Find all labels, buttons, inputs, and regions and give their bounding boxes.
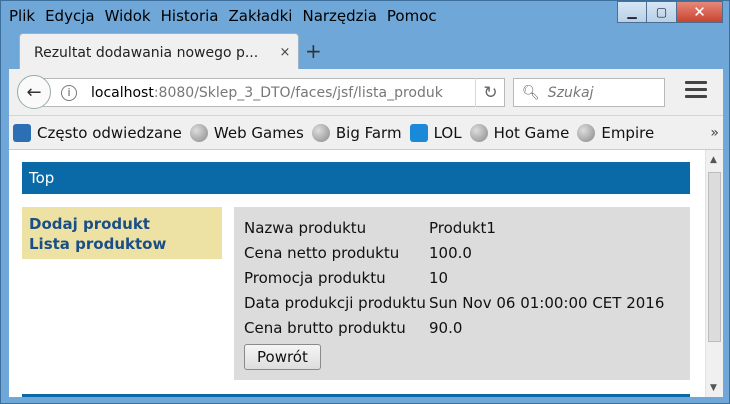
bookmark-hot-game[interactable]: Hot Game bbox=[469, 123, 569, 142]
detail-row: Data produkcji produktu Sun Nov 06 01:00:… bbox=[244, 290, 680, 315]
window-controls: ▁ ▢ ✕ bbox=[617, 1, 723, 23]
menu-narzedzia[interactable]: Narzędzia bbox=[302, 7, 376, 25]
maximize-button[interactable]: ▢ bbox=[647, 1, 677, 23]
detail-label: Cena netto produktu bbox=[244, 243, 400, 262]
globe-icon bbox=[469, 123, 488, 142]
bookmark-empire[interactable]: Empire bbox=[577, 123, 654, 142]
detail-label: Data produkcji produktu bbox=[244, 293, 426, 312]
maximize-icon: ▢ bbox=[655, 5, 668, 19]
bookmark-web-games[interactable]: Web Games bbox=[189, 123, 304, 142]
menu-widok[interactable]: Widok bbox=[105, 7, 151, 25]
globe-icon bbox=[311, 123, 330, 142]
reload-button[interactable]: ↻ bbox=[475, 78, 505, 107]
bookmark-folder-icon bbox=[13, 123, 31, 142]
bookmark-big-farm[interactable]: Big Farm bbox=[311, 123, 402, 142]
tab-close-icon[interactable]: × bbox=[272, 45, 298, 60]
scroll-up-icon[interactable]: ▲ bbox=[710, 155, 717, 165]
browser-window: Plik Edycja Widok Historia Zakładki Narz… bbox=[0, 0, 730, 404]
globe-icon bbox=[577, 123, 596, 142]
top-label: Top bbox=[29, 169, 55, 187]
detail-value: 90.0 bbox=[429, 318, 463, 337]
detail-row: Promocja produktu 10 bbox=[244, 265, 680, 290]
detail-value: Produkt1 bbox=[429, 218, 496, 237]
menu-edycja[interactable]: Edycja bbox=[45, 7, 94, 25]
url-path: :8080/Sklep_3_DTO/faces/jsf/lista_produk bbox=[153, 84, 443, 101]
search-placeholder: Szukaj bbox=[547, 84, 594, 101]
minimize-icon: ▁ bbox=[627, 5, 637, 19]
menu-historia[interactable]: Historia bbox=[161, 7, 219, 25]
url-bar[interactable]: i localhost:8080/Sklep_3_DTO/faces/jsf/l… bbox=[43, 78, 505, 107]
menu-plik[interactable]: Plik bbox=[9, 7, 35, 25]
bookmark-lol[interactable]: LOL bbox=[409, 123, 462, 142]
detail-row: Cena brutto produktu 90.0 bbox=[244, 315, 680, 340]
page-top-bar: Top bbox=[22, 162, 690, 194]
detail-row: Nazwa produktu Produkt1 bbox=[244, 215, 680, 240]
vertical-scrollbar[interactable]: ▲ ▼ bbox=[705, 150, 723, 397]
powrot-button[interactable]: Powrót bbox=[244, 344, 321, 370]
menu-hamburger-icon[interactable] bbox=[685, 81, 707, 102]
link-dodaj-produkt[interactable]: Dodaj produkt bbox=[29, 214, 215, 234]
bookmark-czesto-odwiedzane[interactable]: Często odwiedzane bbox=[13, 123, 182, 142]
minimize-button[interactable]: ▁ bbox=[617, 1, 647, 23]
scroll-down-icon[interactable]: ▼ bbox=[710, 383, 717, 393]
detail-row: Cena netto produktu 100.0 bbox=[244, 240, 680, 265]
tab-strip: Rezultat dodawania nowego p... × + bbox=[9, 31, 721, 71]
search-box[interactable]: 🔍︎ Szukaj bbox=[513, 78, 665, 107]
globe-icon bbox=[189, 123, 208, 142]
page-sidebar: Dodaj produkt Lista produktow bbox=[22, 207, 222, 259]
product-details-panel: Nazwa produktu Produkt1 Cena netto produk… bbox=[234, 207, 690, 380]
detail-label: Promocja produktu bbox=[244, 268, 386, 287]
close-window-button[interactable]: ✕ bbox=[677, 1, 723, 23]
close-icon: ✕ bbox=[693, 3, 706, 21]
search-icon: 🔍︎ bbox=[522, 84, 540, 101]
lol-icon bbox=[409, 123, 428, 142]
bookmarks-bar: Często odwiedzane Web Games Big Farm LOL… bbox=[9, 115, 723, 149]
new-tab-button[interactable]: + bbox=[305, 39, 322, 63]
menu-pomoc[interactable]: Pomoc bbox=[387, 7, 437, 25]
navigation-bar: i localhost:8080/Sklep_3_DTO/faces/jsf/l… bbox=[9, 69, 723, 115]
bookmarks-overflow-icon[interactable]: » bbox=[710, 125, 719, 141]
detail-label: Cena brutto produktu bbox=[244, 318, 406, 337]
tab-title: Rezultat dodawania nowego p... bbox=[34, 44, 259, 61]
tab-active[interactable]: Rezultat dodawania nowego p... × bbox=[19, 33, 299, 71]
reload-icon: ↻ bbox=[483, 82, 498, 103]
link-lista-produktow[interactable]: Lista produktow bbox=[29, 234, 215, 254]
detail-value: 10 bbox=[429, 268, 449, 287]
back-button[interactable]: ← bbox=[17, 75, 51, 109]
scrollbar-thumb[interactable] bbox=[708, 172, 721, 342]
back-arrow-icon: ← bbox=[26, 81, 42, 103]
detail-label: Nazwa produktu bbox=[244, 218, 367, 237]
page-content: Top Dodaj produkt Lista produktow Nazwa … bbox=[9, 149, 723, 397]
page-bottom-bar bbox=[22, 394, 690, 397]
info-icon[interactable]: i bbox=[61, 84, 77, 101]
menu-zakladki[interactable]: Zakładki bbox=[228, 7, 292, 25]
menu-bar: Plik Edycja Widok Historia Zakładki Narz… bbox=[9, 5, 447, 27]
detail-value: 100.0 bbox=[429, 243, 472, 262]
detail-value: Sun Nov 06 01:00:00 CET 2016 bbox=[429, 293, 665, 312]
url-host: localhost bbox=[91, 84, 154, 101]
